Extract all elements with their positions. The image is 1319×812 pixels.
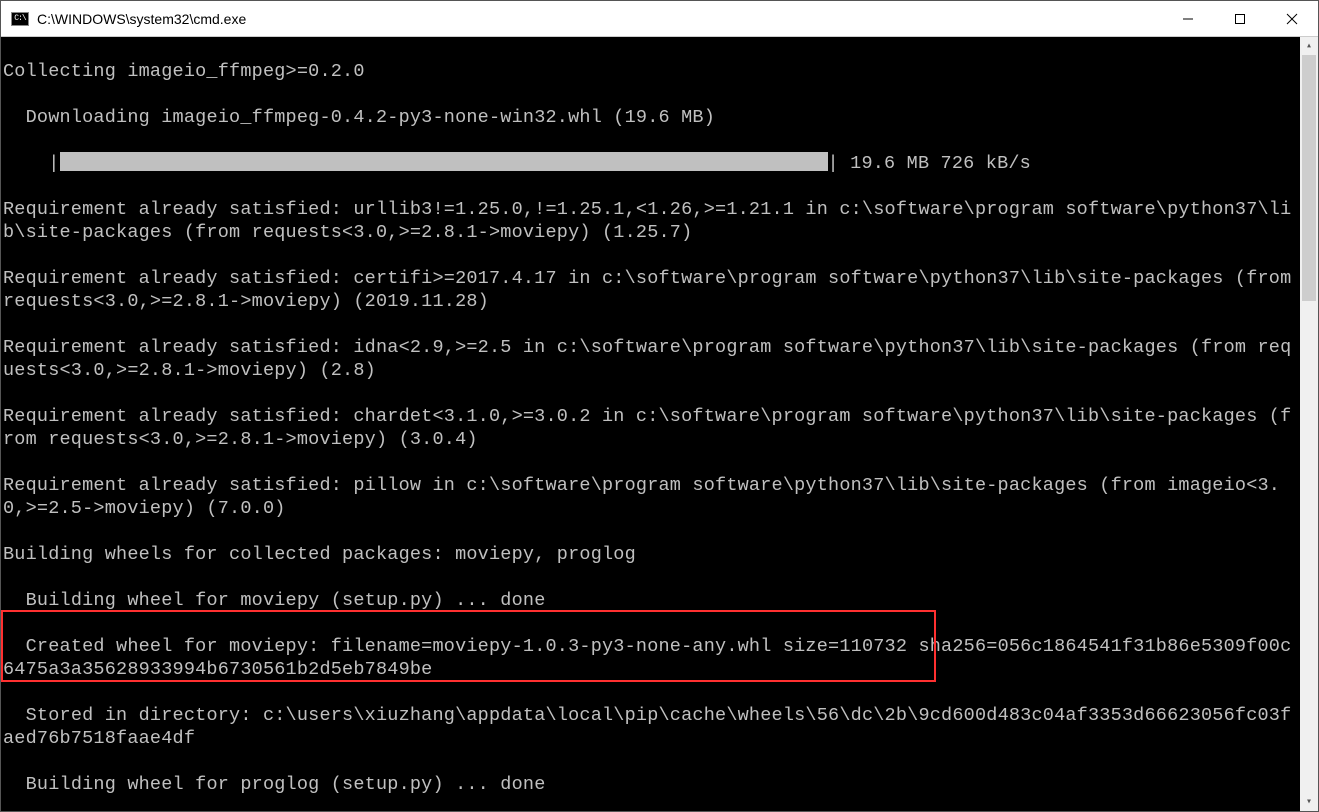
- output-line: Requirement already satisfied: certifi>=…: [3, 267, 1298, 313]
- output-line: Building wheels for collected packages: …: [3, 543, 1298, 566]
- output-line: Collecting imageio_ffmpeg>=0.2.0: [3, 60, 1298, 83]
- progress-bar-fill: [60, 152, 828, 171]
- terminal-output[interactable]: Collecting imageio_ffmpeg>=0.2.0 Downloa…: [1, 37, 1300, 811]
- output-line: Requirement already satisfied: pillow in…: [3, 474, 1298, 520]
- scroll-up-arrow-icon[interactable]: ▴: [1300, 37, 1318, 55]
- minimize-button[interactable]: [1162, 1, 1214, 36]
- output-line: Requirement already satisfied: idna<2.9,…: [3, 336, 1298, 382]
- maximize-button[interactable]: [1214, 1, 1266, 36]
- vertical-scrollbar[interactable]: ▴ ▾: [1300, 37, 1318, 811]
- window-controls: [1162, 1, 1318, 36]
- output-line: Created wheel for moviepy: filename=movi…: [3, 635, 1298, 681]
- progress-line: | | 19.6 MB 726 kB/s: [3, 152, 1298, 175]
- output-line: Stored in directory: c:\users\xiuzhang\a…: [3, 704, 1298, 750]
- window-title: C:\WINDOWS\system32\cmd.exe: [37, 11, 1162, 27]
- scrollbar-thumb[interactable]: [1302, 55, 1316, 301]
- progress-bar-end: |: [828, 153, 839, 174]
- cmd-window: C:\ C:\WINDOWS\system32\cmd.exe Collecti…: [0, 0, 1319, 812]
- output-line: Downloading imageio_ffmpeg-0.4.2-py3-non…: [3, 106, 1298, 129]
- output-line: Building wheel for proglog (setup.py) ..…: [3, 773, 1298, 796]
- titlebar[interactable]: C:\ C:\WINDOWS\system32\cmd.exe: [1, 1, 1318, 37]
- minimize-icon: [1182, 13, 1194, 25]
- cmd-icon: C:\: [11, 12, 29, 26]
- output-line: Requirement already satisfied: chardet<3…: [3, 405, 1298, 451]
- output-line: Building wheel for moviepy (setup.py) ..…: [3, 589, 1298, 612]
- output-line: Requirement already satisfied: urllib3!=…: [3, 198, 1298, 244]
- scroll-down-arrow-icon[interactable]: ▾: [1300, 793, 1318, 811]
- progress-indent: [3, 153, 48, 174]
- close-icon: [1286, 13, 1298, 25]
- progress-status: 19.6 MB 726 kB/s: [839, 153, 1031, 174]
- progress-bar-start: |: [48, 153, 59, 174]
- content-area: Collecting imageio_ffmpeg>=0.2.0 Downloa…: [1, 37, 1318, 811]
- close-button[interactable]: [1266, 1, 1318, 36]
- maximize-icon: [1234, 13, 1246, 25]
